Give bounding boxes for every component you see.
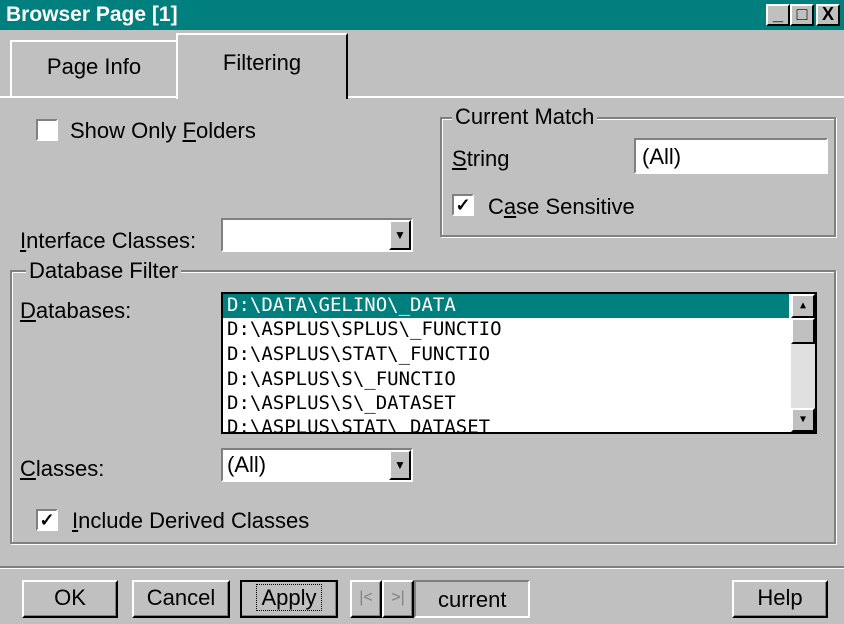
label-accel: a xyxy=(503,194,517,219)
interface-classes-dropdown[interactable]: ▼ xyxy=(221,218,413,252)
label-part: atabases: xyxy=(35,298,132,323)
button-separator xyxy=(0,566,844,569)
list-item[interactable]: D:\ASPLUS\S\_FUNCTIO xyxy=(227,368,456,390)
window-title: Browser Page [1] xyxy=(6,3,178,26)
interface-classes-label: Interface Classes: xyxy=(20,228,196,254)
help-button[interactable]: Help xyxy=(732,580,828,618)
apply-button[interactable]: Apply xyxy=(240,580,338,618)
label-part: C xyxy=(488,194,504,219)
classes-label: Classes: xyxy=(20,456,104,482)
list-item[interactable]: D:\ASPLUS\S\_DATASET xyxy=(227,392,456,414)
scroll-down-arrow-icon[interactable]: ▼ xyxy=(791,408,815,432)
previous-page-button[interactable]: |< xyxy=(350,580,382,618)
tab-filtering-label: Filtering xyxy=(222,50,302,75)
interface-classes-dropdown-arrow[interactable]: ▼ xyxy=(389,220,411,250)
label-accel: F xyxy=(182,118,196,143)
label-accel: D xyxy=(20,298,36,323)
label-part: lasses: xyxy=(35,456,105,481)
list-item[interactable]: D:\ASPLUS\STAT\_DATASET xyxy=(227,416,490,432)
current-page-label: current xyxy=(438,587,507,612)
tab-strip-border xyxy=(0,96,844,98)
case-sensitive-checkbox[interactable]: ✓ xyxy=(452,194,474,216)
classes-dropdown[interactable]: (All) ▼ xyxy=(221,448,413,482)
database-filter-title: Database Filter xyxy=(26,258,182,284)
tab-page-info[interactable]: Page Info xyxy=(10,40,178,96)
scroll-up-arrow-icon[interactable]: ▲ xyxy=(791,294,815,318)
label-part: nclude Derived Classes xyxy=(78,508,310,533)
tab-filtering[interactable]: Filtering xyxy=(176,33,348,99)
include-derived-classes-checkbox[interactable]: ✓ xyxy=(36,509,58,531)
browser-page-dialog: Browser Page [1] _ □ X Page Info Filteri… xyxy=(0,0,844,624)
tab-page-info-label: Page Info xyxy=(46,54,142,79)
list-item[interactable]: D:\ASPLUS\STAT\_FUNCTIO xyxy=(227,343,490,365)
apply-button-label: Apply xyxy=(256,584,322,611)
show-only-folders-label[interactable]: Show Only Folders xyxy=(70,118,256,144)
label-part: olders xyxy=(195,118,256,143)
case-sensitive-label[interactable]: Case Sensitive xyxy=(488,194,635,220)
databases-label: Databases: xyxy=(20,298,131,324)
next-page-button[interactable]: >| xyxy=(382,580,414,618)
databases-scrollbar[interactable]: ▲ ▼ xyxy=(791,294,815,432)
string-input-value: (All) xyxy=(642,144,682,169)
label-part: tring xyxy=(466,146,510,171)
string-label: String xyxy=(452,146,509,172)
label-part: se Sensitive xyxy=(516,194,635,219)
minimize-button[interactable]: _ xyxy=(766,4,790,26)
label-part: nterface Classes: xyxy=(26,228,197,253)
string-input[interactable]: (All) xyxy=(634,138,828,174)
close-button[interactable]: X xyxy=(816,4,840,26)
list-item[interactable]: D:\ASPLUS\SPLUS\_FUNCTIO xyxy=(227,318,502,340)
label-accel: C xyxy=(20,456,36,481)
current-page-indicator: current xyxy=(414,580,530,618)
classes-value: (All) xyxy=(227,452,267,477)
ok-button[interactable]: OK xyxy=(22,580,118,618)
title-bar[interactable]: Browser Page [1] _ □ X xyxy=(0,0,844,30)
cancel-button[interactable]: Cancel xyxy=(132,580,230,618)
label-accel: S xyxy=(452,146,467,171)
include-derived-classes-label[interactable]: Include Derived Classes xyxy=(72,508,309,534)
maximize-button[interactable]: □ xyxy=(790,4,814,26)
scroll-thumb[interactable] xyxy=(791,318,815,344)
list-item[interactable]: D:\DATA\GELINO\_DATA xyxy=(223,294,789,318)
show-only-folders-checkbox[interactable] xyxy=(36,119,58,141)
classes-dropdown-arrow[interactable]: ▼ xyxy=(389,450,411,480)
current-match-title: Current Match xyxy=(452,104,598,130)
label-part: Show Only xyxy=(70,118,183,143)
databases-listbox[interactable]: D:\DATA\GELINO\_DATA D:\ASPLUS\SPLUS\_FU… xyxy=(221,292,817,434)
